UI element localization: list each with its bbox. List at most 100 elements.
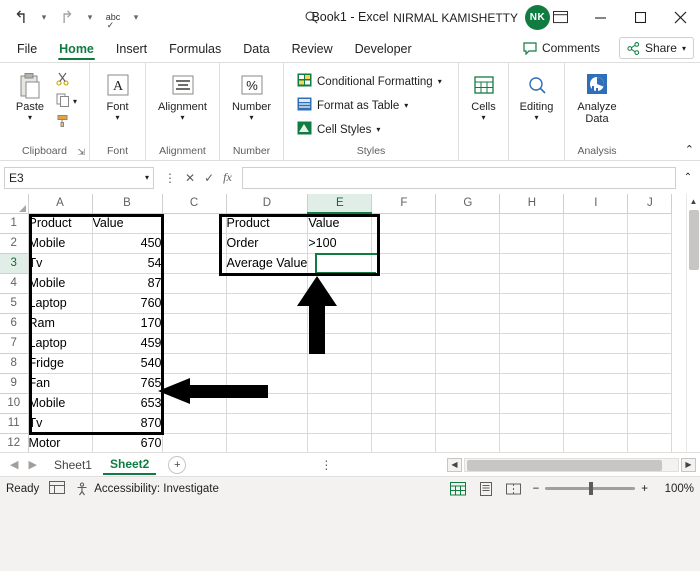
cell-I5[interactable] [563,293,629,314]
horizontal-scroll-track[interactable] [464,457,679,472]
vertical-scroll-thumb[interactable] [689,210,699,270]
scroll-left-button[interactable]: ◀ [447,457,462,472]
tab-insert[interactable]: Insert [105,38,158,62]
cell-I7[interactable] [563,333,629,354]
cell-H6[interactable] [499,313,565,334]
row-header-10[interactable]: 10 [0,393,29,414]
zoom-track[interactable] [545,482,636,495]
cell-A8[interactable]: Fridge [28,353,93,374]
cell-I2[interactable] [563,233,629,254]
cell-E1[interactable]: Value [307,213,373,234]
normal-view-button[interactable] [449,481,467,497]
cell-D8[interactable] [226,353,309,374]
row-header-7[interactable]: 7 [0,333,29,354]
cell-G1[interactable] [435,213,501,234]
row-header-12[interactable]: 12 [0,433,29,452]
format-as-table-button[interactable]: Format as Table ▾ [294,95,445,116]
accessibility-status[interactable]: Accessibility: Investigate [75,481,219,496]
horizontal-scroll-thumb[interactable] [467,459,662,471]
tab-developer[interactable]: Developer [344,38,423,62]
cell-E12[interactable] [307,433,373,452]
font-button[interactable]: A Font ▾ [91,69,145,122]
cell-J7[interactable] [627,333,673,354]
cell-F10[interactable] [371,393,437,414]
cell-A1[interactable]: Product [28,213,93,234]
cell-C11[interactable] [162,413,227,434]
cell-H4[interactable] [499,273,565,294]
cell-I11[interactable] [563,413,629,434]
cell-D1[interactable]: Product [226,213,309,234]
cell-I6[interactable] [563,313,629,334]
sheet-tab-sheet1[interactable]: Sheet1 [47,456,99,474]
cell-I1[interactable] [563,213,629,234]
clipboard-dialog-launcher[interactable]: ⇲ [77,147,85,158]
cell-B3[interactable]: 54 [92,253,163,274]
cell-F12[interactable] [371,433,437,452]
cell-H9[interactable] [499,373,565,394]
row-header-6[interactable]: 6 [0,313,29,334]
row-header-4[interactable]: 4 [0,273,29,294]
cell-H10[interactable] [499,393,565,414]
cell-D11[interactable] [226,413,309,434]
cell-F4[interactable] [371,273,437,294]
paste-button[interactable]: Paste ▾ [8,69,52,122]
minimize-button[interactable] [580,0,620,34]
cell-I3[interactable] [563,253,629,274]
cell-D4[interactable] [226,273,309,294]
cell-E6[interactable] [307,313,373,334]
number-button[interactable]: % Number ▾ [224,69,280,122]
cell-F11[interactable] [371,413,437,434]
cell-F9[interactable] [371,373,437,394]
column-header-D[interactable]: D [226,194,309,214]
row-header-1[interactable]: 1 [0,213,29,234]
cell-D5[interactable] [226,293,309,314]
cell-C2[interactable] [162,233,227,254]
cell-J1[interactable] [627,213,673,234]
cell-J8[interactable] [627,353,673,374]
tab-data[interactable]: Data [232,38,280,62]
cell-G3[interactable] [435,253,501,274]
cell-B11[interactable]: 870 [92,413,163,434]
zoom-out-button[interactable]: − [533,483,540,495]
cell-F5[interactable] [371,293,437,314]
cell-A6[interactable]: Ram [28,313,93,334]
editing-button[interactable]: Editing ▾ [513,69,561,122]
cell-E5[interactable] [307,293,373,314]
cells-button[interactable]: Cells ▾ [463,69,505,122]
column-header-A[interactable]: A [28,194,93,214]
cell-D12[interactable] [226,433,309,452]
scroll-up-button[interactable]: ▲ [687,194,700,208]
tab-file[interactable]: File [6,38,48,62]
chevron-down-icon[interactable]: ▾ [145,173,149,182]
cell-J4[interactable] [627,273,673,294]
column-header-I[interactable]: I [563,194,629,214]
account-area[interactable]: NIRMAL KAMISHETTY NK [393,5,550,30]
chevron-right-icon[interactable]: ▶ [28,458,36,471]
cell-A3[interactable]: Tv [28,253,93,274]
cell-D2[interactable]: Order [226,233,309,254]
cell-J6[interactable] [627,313,673,334]
alignment-button[interactable]: Alignment ▾ [150,69,216,122]
cell-B2[interactable]: 450 [92,233,163,254]
page-layout-view-button[interactable] [477,481,495,497]
format-painter-button[interactable] [54,113,79,132]
cell-B7[interactable]: 459 [92,333,163,354]
cell-H5[interactable] [499,293,565,314]
fx-icon[interactable]: fx [223,170,232,185]
cell-E9[interactable] [307,373,373,394]
vertical-dots-icon[interactable]: ⋮ [164,171,176,185]
cell-J2[interactable] [627,233,673,254]
column-header-B[interactable]: B [92,194,163,214]
cell-F8[interactable] [371,353,437,374]
row-header-3[interactable]: 3 [0,253,29,274]
cell-B5[interactable]: 760 [92,293,163,314]
cell-C10[interactable] [162,393,227,414]
cell-E8[interactable] [307,353,373,374]
cut-button[interactable] [54,71,79,90]
cell-E10[interactable] [307,393,373,414]
cell-G4[interactable] [435,273,501,294]
zoom-value[interactable]: 100% [658,483,694,495]
zoom-in-button[interactable]: + [641,483,648,495]
cell-G2[interactable] [435,233,501,254]
cell-B4[interactable]: 87 [92,273,163,294]
